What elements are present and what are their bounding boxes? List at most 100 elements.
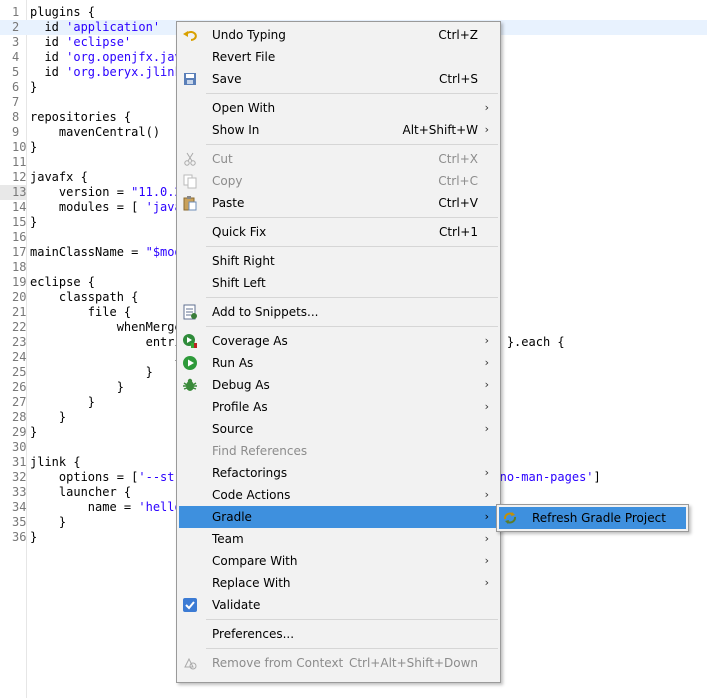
- menu-item-label: Validate: [212, 598, 261, 612]
- menu-item-gradle[interactable]: Gradle ›: [179, 506, 497, 528]
- menu-item-label: Code Actions: [212, 488, 291, 502]
- menu-item-preferences[interactable]: Preferences...: [179, 623, 497, 645]
- line-number: 34: [12, 500, 27, 514]
- menu-item-paste[interactable]: Paste Ctrl+V: [179, 192, 497, 214]
- menu-item-undo-typing[interactable]: Undo Typing Ctrl+Z: [179, 24, 497, 46]
- menu-item-label: Remove from Context: [212, 656, 344, 670]
- menu-item-label: Shift Left: [212, 276, 266, 290]
- line-number: 9: [12, 125, 20, 139]
- menu-item-shift-left[interactable]: Shift Left: [179, 272, 497, 294]
- line-number: 29: [12, 425, 27, 439]
- menu-separator: [206, 648, 498, 649]
- line-number: 14: [12, 200, 27, 214]
- code-line[interactable]: 1 plugins {: [0, 5, 707, 20]
- menu-item-code-actions[interactable]: Code Actions ›: [179, 484, 497, 506]
- menu-item-refactorings[interactable]: Refactorings ›: [179, 462, 497, 484]
- context-menu: Undo Typing Ctrl+Z Revert File Save Ctrl+S Op…: [176, 21, 501, 683]
- code-text: repositories {: [30, 110, 132, 124]
- menu-item-label: Replace With: [212, 576, 291, 590]
- line-number: 35: [12, 515, 27, 529]
- menu-item-compare-with[interactable]: Compare With ›: [179, 550, 497, 572]
- code-text: jlink {: [30, 455, 81, 469]
- menu-item-label: Compare With: [212, 554, 298, 568]
- menu-item-show-in[interactable]: Show In Alt+Shift+W ›: [179, 119, 497, 141]
- menu-item-quick-fix[interactable]: Quick Fix Ctrl+1: [179, 221, 497, 243]
- menu-item-find-references: Find References: [179, 440, 497, 462]
- line-number: 11: [12, 155, 27, 169]
- menu-item-shift-right[interactable]: Shift Right: [179, 250, 497, 272]
- chevron-right-icon: ›: [484, 400, 489, 413]
- menu-item-label: Add to Snippets...: [212, 305, 319, 319]
- chevron-right-icon: ›: [484, 554, 489, 567]
- menu-item-label: Gradle: [212, 510, 252, 524]
- menu-item-label: Copy: [212, 174, 243, 188]
- code-text: id 'org.beryx.jlink: [30, 65, 182, 79]
- menu-item-profile-as[interactable]: Profile As ›: [179, 396, 497, 418]
- menu-item-debug-as[interactable]: Debug As ›: [179, 374, 497, 396]
- line-number: 18: [12, 260, 27, 274]
- check-icon: [182, 597, 198, 613]
- code-text: }: [30, 410, 67, 424]
- line-number: 15: [12, 215, 27, 229]
- menu-item-replace-with[interactable]: Replace With ›: [179, 572, 497, 594]
- line-number: 7: [12, 95, 20, 109]
- menu-item-validate[interactable]: Validate: [179, 594, 497, 616]
- line-number: 33: [12, 485, 27, 499]
- code-text: mavenCentral(): [30, 125, 161, 139]
- code-text: eclipse {: [30, 275, 96, 289]
- code-text: }: [30, 80, 38, 94]
- menu-item-coverage-as[interactable]: Coverage As ›: [179, 330, 497, 352]
- gradle-submenu: Refresh Gradle Project: [496, 504, 689, 532]
- line-number: 27: [12, 395, 27, 409]
- menu-item-team[interactable]: Team ›: [179, 528, 497, 550]
- line-number: 6: [12, 80, 20, 94]
- menu-item-label: Find References: [212, 444, 308, 458]
- chevron-right-icon: ›: [484, 510, 489, 523]
- menu-separator: [206, 297, 498, 298]
- line-number: 12: [12, 170, 27, 184]
- menu-item-label: Team: [212, 532, 244, 546]
- line-number: 1: [12, 5, 20, 19]
- line-number: 17: [12, 245, 27, 259]
- code-text: version = "11.0.2: [30, 185, 182, 199]
- code-text: }: [30, 515, 67, 529]
- code-text: }: [30, 365, 153, 379]
- code-text: }: [30, 215, 38, 229]
- save-icon: [182, 71, 198, 87]
- remove-context-icon: [182, 655, 198, 671]
- line-number: 36: [12, 530, 27, 544]
- menu-item-label: Coverage As: [212, 334, 288, 348]
- menu-item-cut: Cut Ctrl+X: [179, 148, 497, 170]
- menu-item-save[interactable]: Save Ctrl+S: [179, 68, 497, 90]
- menu-item-label: Paste: [212, 196, 245, 210]
- menu-item-shortcut: Ctrl+Z: [438, 28, 478, 42]
- menu-separator: [206, 144, 498, 145]
- menu-item-shortcut: Ctrl+Alt+Shift+Down: [348, 656, 478, 670]
- menu-item-shortcut: Ctrl+1: [438, 225, 478, 239]
- menu-item-refresh-gradle-project[interactable]: Refresh Gradle Project: [499, 507, 686, 529]
- line-number: 24: [12, 350, 27, 364]
- code-text: modules = [ 'java: [30, 200, 182, 214]
- code-text: }: [30, 395, 96, 409]
- menu-item-run-as[interactable]: Run As ›: [179, 352, 497, 374]
- menu-separator: [206, 217, 498, 218]
- run-icon: [182, 355, 198, 371]
- code-text: }: [30, 530, 38, 544]
- menu-item-revert-file[interactable]: Revert File: [179, 46, 497, 68]
- code-text: javafx {: [30, 170, 88, 184]
- chevron-right-icon: ›: [484, 532, 489, 545]
- code-text: id 'application': [30, 20, 161, 34]
- line-number: 20: [12, 290, 27, 304]
- menu-item-shortcut: Ctrl+C: [438, 174, 478, 188]
- menu-item-shortcut: Ctrl+V: [438, 196, 478, 210]
- chevron-right-icon: ›: [484, 356, 489, 369]
- refresh-gradle-icon: [502, 510, 518, 526]
- menu-item-copy: Copy Ctrl+C: [179, 170, 497, 192]
- menu-item-label: Source: [212, 422, 254, 436]
- code-text: file {: [30, 305, 132, 319]
- menu-item-open-with[interactable]: Open With ›: [179, 97, 497, 119]
- menu-item-add-to-snippets[interactable]: Add to Snippets...: [179, 301, 497, 323]
- debug-icon: [182, 377, 198, 393]
- menu-item-source[interactable]: Source ›: [179, 418, 497, 440]
- chevron-right-icon: ›: [484, 488, 489, 501]
